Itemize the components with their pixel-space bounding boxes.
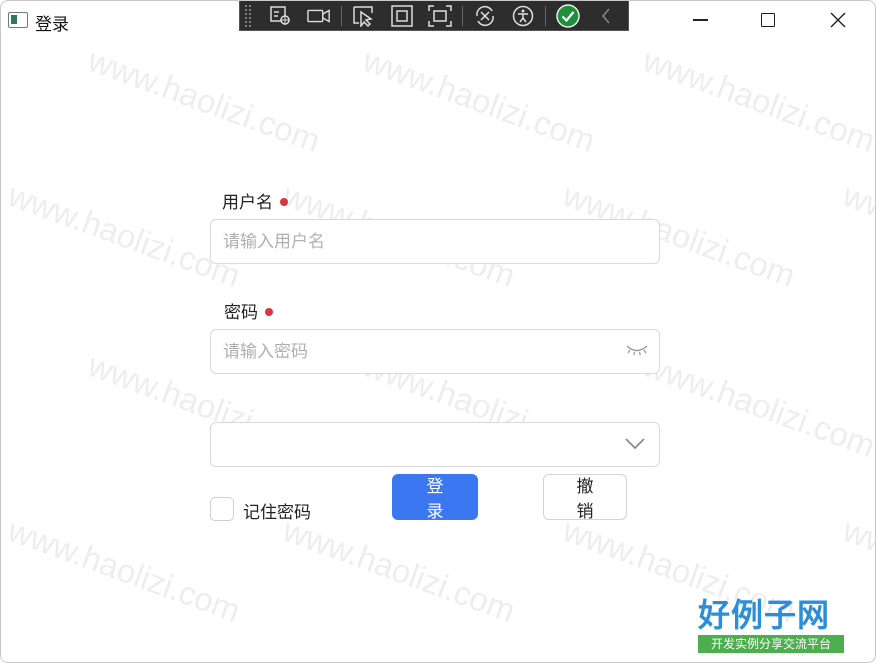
pointer-select-icon[interactable] [352, 4, 376, 28]
username-label-row: 用户名 [222, 188, 288, 213]
password-label: 密码 [224, 303, 258, 323]
watermark-text: www.haolizi.com [638, 346, 876, 465]
login-button[interactable]: 登 录 [392, 474, 478, 522]
role-select[interactable] [210, 422, 660, 467]
required-indicator [265, 308, 273, 316]
check-circle-icon[interactable] [556, 3, 580, 28]
logo-title: 好例子网 [698, 596, 831, 634]
logo-subtitle: 开发实例分享交流平台 [698, 635, 844, 653]
minimize-button[interactable] [677, 1, 723, 39]
app-window-icon [8, 12, 28, 28]
maximize-button[interactable] [745, 1, 791, 39]
username-label: 用户名 [222, 193, 273, 213]
close-icon [830, 12, 846, 28]
square-frame-icon[interactable] [390, 4, 414, 28]
snapshot-frame-icon[interactable] [428, 4, 452, 28]
minimize-icon [692, 19, 708, 21]
watermark-text: www.haolizi.com [83, 41, 326, 160]
watermark-text: www.haolizi.com [638, 41, 876, 160]
watermark-text: www.haolizi.com [3, 176, 246, 295]
watermark-text: www.haolizi.com [838, 176, 876, 295]
watermark-text: www.haolizi.com [278, 511, 521, 630]
remember-password-label[interactable]: 记住密码 [243, 498, 311, 523]
toolbar-separator [545, 5, 546, 26]
toolbar-grip-handle[interactable] [244, 3, 252, 28]
remember-password-checkbox[interactable] [210, 497, 234, 521]
close-button[interactable] [815, 1, 861, 39]
password-label-row: 密码 [224, 298, 273, 323]
chevron-left-icon[interactable] [594, 4, 618, 28]
toolbar-separator [462, 5, 463, 26]
accessibility-icon[interactable] [511, 4, 535, 28]
required-indicator [280, 198, 288, 206]
username-input[interactable] [210, 219, 660, 264]
select-element-icon[interactable] [269, 4, 293, 28]
watermark-text: www.haolizi.com [358, 41, 601, 160]
cancel-button[interactable]: 撤 销 [543, 474, 627, 522]
debug-toolbar [239, 1, 629, 31]
eye-closed-icon[interactable] [625, 341, 649, 357]
window-title: 登录 [35, 15, 69, 35]
login-window: www.haolizi.com www.haolizi.com www.haol… [0, 0, 876, 663]
hot-reload-icon[interactable] [473, 4, 497, 28]
watermark-text: www.haolizi.com [3, 511, 246, 630]
toolbar-separator [341, 5, 342, 26]
chevron-down-icon [625, 438, 645, 450]
video-camera-icon[interactable] [307, 4, 331, 28]
site-logo: 好例子网 开发实例分享交流平台 [698, 597, 844, 655]
password-input[interactable] [210, 329, 660, 374]
maximize-icon [761, 13, 775, 27]
